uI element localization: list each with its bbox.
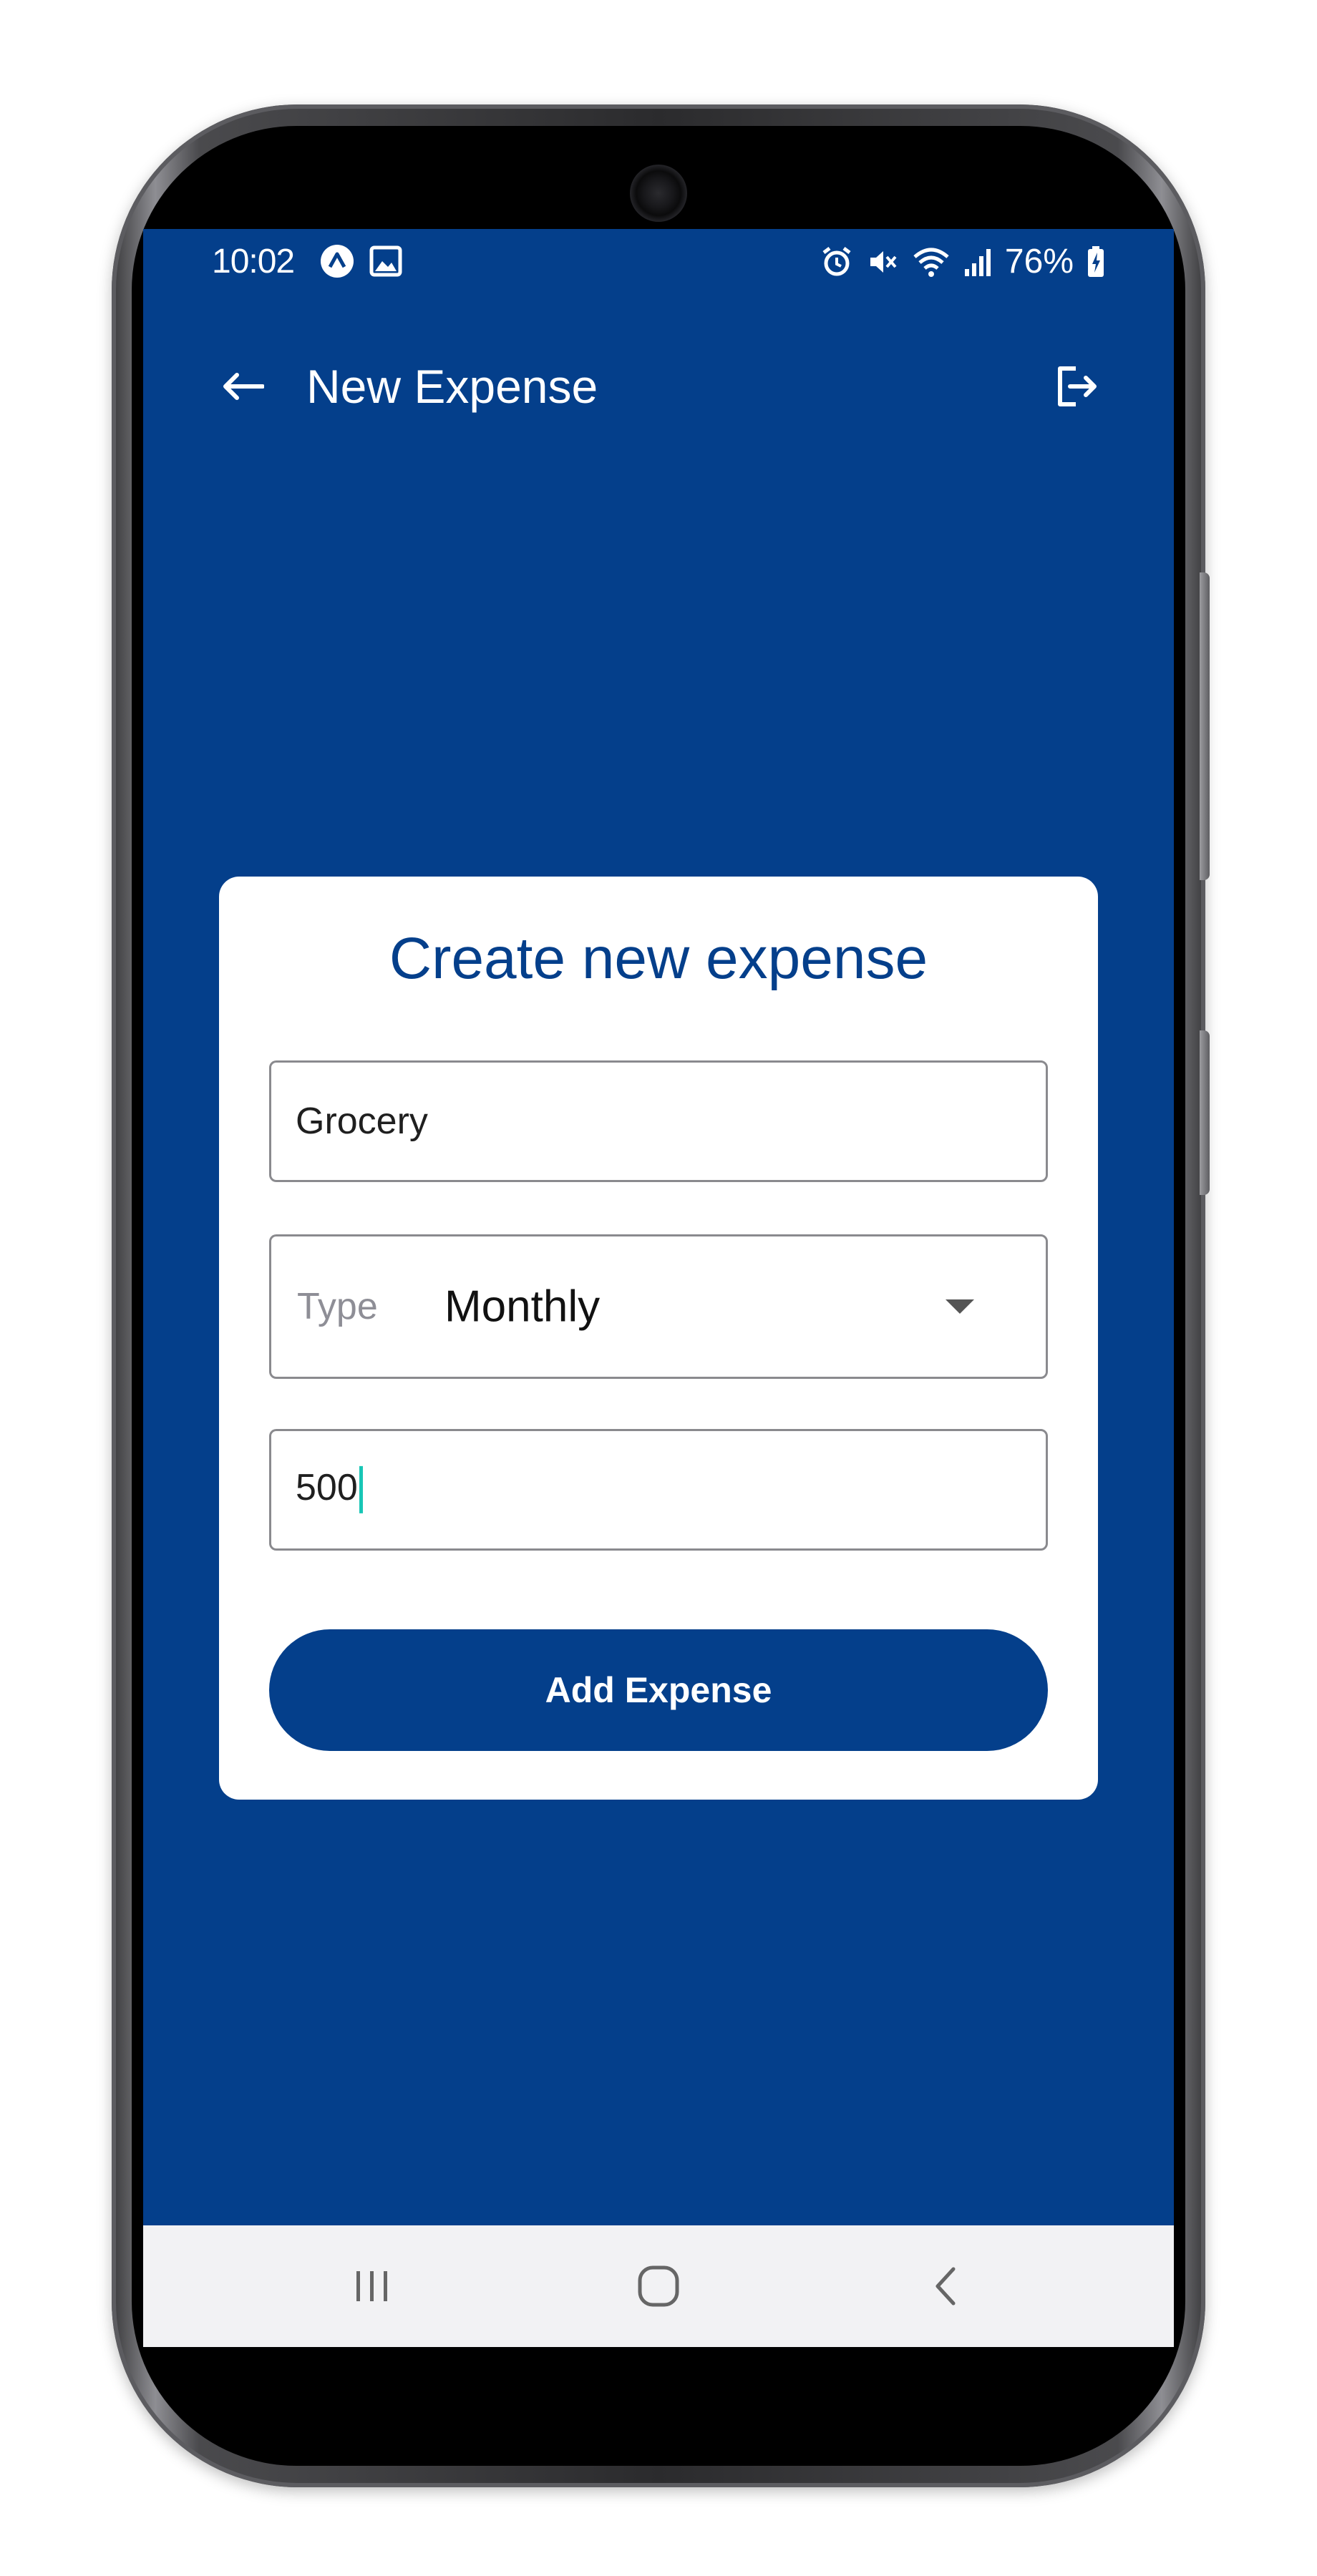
app-bar: New Expense [143, 336, 1174, 429]
front-camera-icon [630, 165, 687, 222]
power-button [1200, 1030, 1210, 1195]
battery-charging-icon [1087, 245, 1105, 278]
status-bar: 10:02 76% [143, 229, 1174, 293]
status-right-icons: 76% [820, 242, 1105, 281]
recents-icon [356, 2271, 387, 2301]
expense-name-input[interactable]: Grocery [269, 1060, 1048, 1182]
type-selected-value: Monthly [444, 1282, 601, 1332]
expense-form-card: Create new expense Grocery Type Monthly … [219, 877, 1098, 1800]
text-cursor [359, 1466, 363, 1514]
type-label: Type [297, 1286, 378, 1327]
add-expense-button[interactable]: Add Expense [269, 1629, 1048, 1751]
back-button[interactable] [215, 358, 272, 415]
system-back-button[interactable] [909, 2254, 981, 2318]
amount-value: 500 [296, 1466, 358, 1508]
signal-icon [963, 246, 992, 278]
status-time: 10:02 [212, 243, 295, 280]
type-select[interactable]: Type Monthly [269, 1234, 1048, 1379]
form-title: Create new expense [389, 926, 928, 991]
mute-icon [866, 245, 899, 278]
logout-icon [1058, 366, 1097, 406]
home-icon [638, 2265, 679, 2307]
amount-input[interactable]: 500 [269, 1429, 1048, 1551]
phone-screen: 10:02 76% New Expense Create new expense… [143, 229, 1174, 2347]
amount-value-wrapper: 500 [296, 1466, 363, 1514]
dropdown-arrow-icon [946, 1299, 974, 1314]
alarm-icon [820, 245, 853, 278]
recents-button[interactable] [336, 2254, 408, 2318]
status-left-icons [319, 243, 402, 279]
app-notification-icon [319, 243, 355, 279]
logout-button[interactable] [1048, 358, 1105, 415]
wifi-icon [912, 245, 951, 278]
navigation-bar [143, 2225, 1174, 2347]
arrow-back-icon [223, 373, 264, 400]
expense-name-value: Grocery [296, 1101, 428, 1142]
image-icon [369, 245, 402, 277]
volume-button [1200, 572, 1210, 880]
battery-percent: 76% [1004, 243, 1074, 280]
home-button[interactable] [623, 2254, 694, 2318]
back-icon [935, 2267, 956, 2306]
page-title: New Expense [306, 360, 598, 413]
